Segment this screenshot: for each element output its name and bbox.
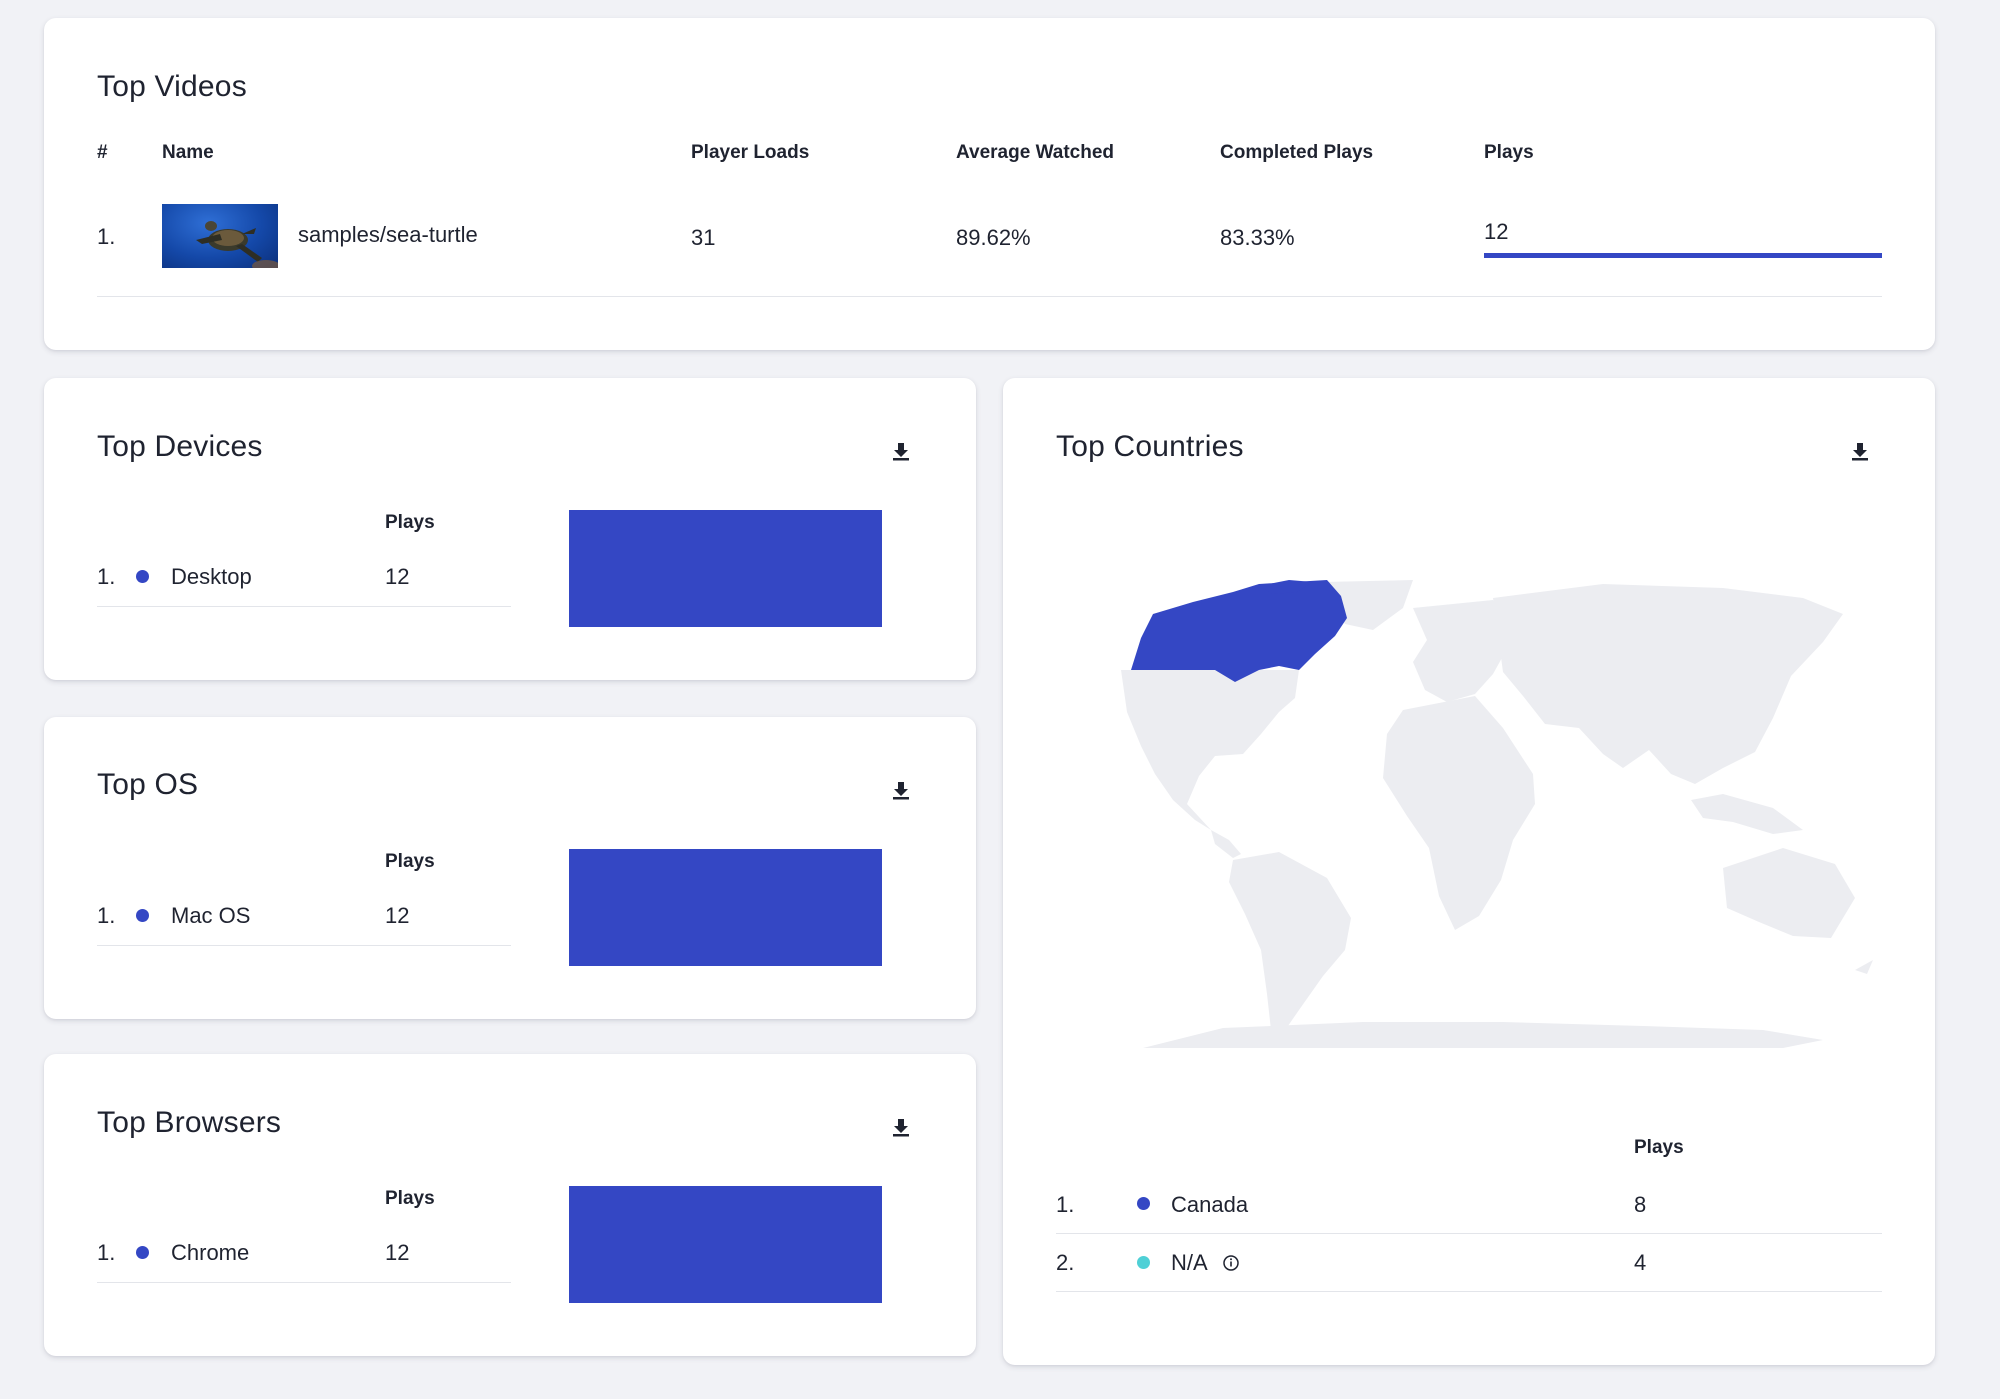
- col-header-index: #: [97, 142, 108, 163]
- browser-rank: 1.: [97, 1240, 116, 1265]
- top-countries-card: Top Countries Plays 1. Canada 8 2. N/A 4: [1003, 378, 1935, 1365]
- row-divider: [1056, 1233, 1882, 1234]
- download-icon[interactable]: [890, 779, 912, 801]
- row-divider: [97, 1282, 511, 1283]
- sea-turtle-thumbnail[interactable]: [162, 204, 278, 268]
- top-devices-card: Top Devices Plays 1. Desktop 12: [44, 378, 976, 680]
- plays-header: Plays: [385, 512, 435, 533]
- video-player-loads: 31: [691, 225, 716, 250]
- download-icon[interactable]: [890, 1116, 912, 1138]
- os-rank: 1.: [97, 903, 116, 928]
- video-plays-bar: [1484, 253, 1882, 258]
- top-videos-title: Top Videos: [97, 70, 247, 103]
- download-icon[interactable]: [890, 440, 912, 462]
- video-completed-plays: 83.33%: [1220, 225, 1295, 250]
- top-os-card: Top OS Plays 1. Mac OS 12: [44, 717, 976, 1019]
- row-divider: [1056, 1291, 1882, 1292]
- top-browsers-card: Top Browsers Plays 1. Chrome 12: [44, 1054, 976, 1356]
- info-icon[interactable]: [1222, 1254, 1240, 1272]
- os-label: Mac OS: [171, 903, 251, 928]
- device-legend-dot: [136, 570, 149, 583]
- country-legend-dot: [1137, 1197, 1150, 1210]
- country-label: N/A: [1171, 1250, 1208, 1275]
- row-divider: [97, 606, 511, 607]
- country-plays: 8: [1634, 1192, 1647, 1217]
- browser-legend-dot: [136, 1246, 149, 1259]
- top-devices-title: Top Devices: [97, 430, 263, 463]
- plays-header: Plays: [1634, 1137, 1684, 1158]
- browser-label: Chrome: [171, 1240, 250, 1265]
- country-rank: 2.: [1056, 1250, 1075, 1275]
- top-countries-title: Top Countries: [1056, 430, 1244, 463]
- plays-header: Plays: [385, 851, 435, 872]
- os-bar[interactable]: [569, 849, 882, 966]
- device-bar[interactable]: [569, 510, 882, 627]
- col-header-player-loads[interactable]: Player Loads: [691, 142, 809, 164]
- browser-plays: 12: [385, 1240, 410, 1265]
- top-videos-card: Top Videos # Name Player Loads Average W…: [44, 18, 1935, 350]
- video-average-watched: 89.62%: [956, 225, 1031, 250]
- map-region-canada: [1131, 580, 1347, 682]
- country-rank: 1.: [1056, 1192, 1075, 1217]
- os-plays: 12: [385, 903, 410, 928]
- sea-turtle-image: [196, 221, 278, 268]
- plays-header: Plays: [385, 1188, 435, 1209]
- device-rank: 1.: [97, 564, 116, 589]
- country-legend-dot: [1137, 1256, 1150, 1269]
- row-divider: [97, 945, 511, 946]
- os-legend-dot: [136, 909, 149, 922]
- country-label: Canada: [1171, 1192, 1249, 1217]
- world-map[interactable]: [1083, 578, 1893, 1048]
- top-os-title: Top OS: [97, 768, 199, 801]
- row-divider: [97, 296, 1882, 297]
- video-rank: 1.: [97, 224, 116, 249]
- video-plays: 12: [1484, 219, 1509, 244]
- device-label: Desktop: [171, 564, 252, 589]
- country-plays: 4: [1634, 1250, 1647, 1275]
- browser-bar[interactable]: [569, 1186, 882, 1303]
- device-plays: 12: [385, 564, 410, 589]
- video-name[interactable]: samples/sea-turtle: [298, 222, 478, 248]
- top-browsers-title: Top Browsers: [97, 1106, 282, 1139]
- col-header-completed-plays[interactable]: Completed Plays: [1220, 142, 1373, 164]
- download-icon[interactable]: [1849, 440, 1871, 462]
- col-header-average-watched[interactable]: Average Watched: [956, 142, 1114, 164]
- col-header-name[interactable]: Name: [162, 142, 214, 164]
- col-header-plays[interactable]: Plays: [1484, 142, 1534, 164]
